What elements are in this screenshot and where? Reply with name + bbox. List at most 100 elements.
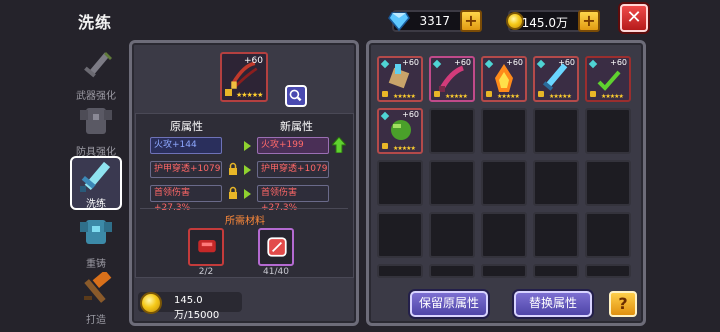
- empty-slot[interactable]: [481, 264, 527, 278]
- lock-icon: [590, 91, 596, 97]
- armor-icon: [80, 108, 112, 134]
- keep-original-button[interactable]: 保留原属性: [410, 291, 488, 317]
- material-count-1: 2/2: [198, 267, 214, 277]
- item-stars: ★★★★★: [236, 91, 263, 99]
- arrow-right-icon: [244, 165, 251, 175]
- tab-weapon-enhance[interactable]: 武器强化: [70, 46, 122, 102]
- inventory-item[interactable]: +60 ★★★★★: [533, 56, 579, 102]
- tab-refine[interactable]: 洗练: [70, 156, 122, 212]
- original-attr-1: 火攻+144: [150, 137, 222, 154]
- tab-craft[interactable]: 打造: [70, 270, 122, 326]
- item-level: +60: [558, 58, 575, 67]
- lock-icon: [382, 91, 388, 97]
- item-level: +60: [610, 58, 627, 67]
- gem-amount: 3317: [419, 14, 450, 28]
- item-level: +60: [402, 110, 419, 119]
- empty-slot[interactable]: [585, 160, 631, 206]
- lock-icon: [229, 186, 237, 199]
- tab-reforge[interactable]: 重铸: [70, 214, 122, 270]
- item-level: +60: [402, 58, 419, 67]
- original-attr-2: 护甲穿透+1079: [150, 161, 222, 178]
- page-title: 洗练: [78, 13, 113, 32]
- new-attributes-heading: 新属性: [280, 120, 313, 133]
- divider: [140, 208, 348, 209]
- gold-coin-icon: [140, 292, 162, 314]
- inventory-item[interactable]: +60 ★★★★★: [377, 108, 423, 154]
- item-stars: ★★★★★: [393, 93, 416, 100]
- material-count-2: 41/40: [263, 267, 289, 277]
- empty-slot[interactable]: [481, 108, 527, 154]
- materials-label: 所需材料: [225, 216, 265, 227]
- refine-sword-icon: [80, 161, 111, 192]
- empty-slot[interactable]: [533, 212, 579, 258]
- empty-slot[interactable]: [585, 212, 631, 258]
- arrow-right-icon: [244, 189, 251, 199]
- item-stars: ★★★★★: [445, 93, 468, 100]
- selected-item-slot[interactable]: +60 ★★★★★: [220, 52, 268, 102]
- item-stars: ★★★★★: [393, 145, 416, 152]
- increase-arrow-icon: [332, 137, 346, 153]
- item-stars: ★★★★★: [549, 93, 572, 100]
- tab-armor-enhance[interactable]: 防具强化: [70, 102, 122, 158]
- lock-icon: [225, 89, 232, 96]
- lock-icon: [486, 91, 492, 97]
- inventory-item[interactable]: +60 ★★★★★: [585, 56, 631, 102]
- new-attr-3: 首领伤害+27.3%: [257, 185, 329, 213]
- item-level: +60: [244, 56, 263, 66]
- empty-slot[interactable]: [429, 212, 475, 258]
- item-stars: ★★★★★: [601, 93, 624, 100]
- empty-slot[interactable]: [481, 212, 527, 258]
- item-level: +60: [454, 58, 471, 67]
- empty-slot[interactable]: [377, 212, 423, 258]
- help-button[interactable]: ?: [609, 291, 637, 317]
- add-gold-button[interactable]: +: [578, 10, 600, 32]
- material-slot-1[interactable]: [188, 228, 224, 266]
- lock-icon: [434, 91, 440, 97]
- empty-slot[interactable]: [429, 108, 475, 154]
- inventory-item[interactable]: +60 ★★★★★: [377, 56, 423, 102]
- gold-amount: 145.0万: [521, 16, 568, 30]
- empty-slot[interactable]: [481, 160, 527, 206]
- lock-icon: [229, 162, 237, 175]
- inventory-item[interactable]: +60 ★★★★★: [429, 56, 475, 102]
- inspect-button[interactable]: [285, 85, 307, 107]
- diamond-icon: [388, 12, 410, 31]
- gold-cost-display: 145.0万/15000: [138, 292, 242, 321]
- item-level: +60: [506, 58, 523, 67]
- tab-label: 武器强化: [76, 91, 116, 102]
- empty-slot[interactable]: [585, 264, 631, 278]
- empty-slot[interactable]: [377, 264, 423, 278]
- tab-label: 重铸: [86, 259, 106, 270]
- reforge-armor-icon: [80, 220, 112, 244]
- original-attr-3: 首领伤害+27.3%: [150, 185, 222, 213]
- empty-slot[interactable]: [533, 264, 579, 278]
- lock-icon: [538, 91, 544, 97]
- tab-label: 打造: [86, 315, 106, 326]
- empty-slot[interactable]: [533, 108, 579, 154]
- red-gem-icon: [198, 240, 216, 253]
- add-gems-button[interactable]: +: [460, 10, 482, 32]
- new-attr-1: 火攻+199: [257, 137, 329, 154]
- gold-cost: 145.0万/15000: [174, 295, 220, 321]
- magnifier-icon: [289, 89, 302, 102]
- sword-icon: [84, 52, 112, 78]
- arrow-right-icon: [244, 141, 251, 151]
- close-button[interactable]: ✕: [620, 4, 648, 32]
- hammer-icon: [84, 272, 112, 303]
- replace-attributes-button[interactable]: 替换属性: [514, 291, 592, 317]
- material-slot-2[interactable]: [258, 228, 294, 266]
- lock-icon: [382, 143, 388, 149]
- new-attr-2: 护甲穿透+1079: [257, 161, 329, 178]
- empty-slot[interactable]: [377, 160, 423, 206]
- gem-counter: 3317 +: [388, 10, 482, 32]
- empty-slot[interactable]: [429, 264, 475, 278]
- empty-slot[interactable]: [585, 108, 631, 154]
- empty-slot[interactable]: [429, 160, 475, 206]
- inventory-item[interactable]: +60 ★★★★★: [481, 56, 527, 102]
- refine-stone-icon: [267, 237, 287, 257]
- original-attributes-heading: 原属性: [170, 120, 203, 133]
- tab-label: 洗练: [86, 199, 106, 210]
- gold-counter: 145.0万 +: [506, 10, 600, 32]
- item-stars: ★★★★★: [497, 93, 520, 100]
- empty-slot[interactable]: [533, 160, 579, 206]
